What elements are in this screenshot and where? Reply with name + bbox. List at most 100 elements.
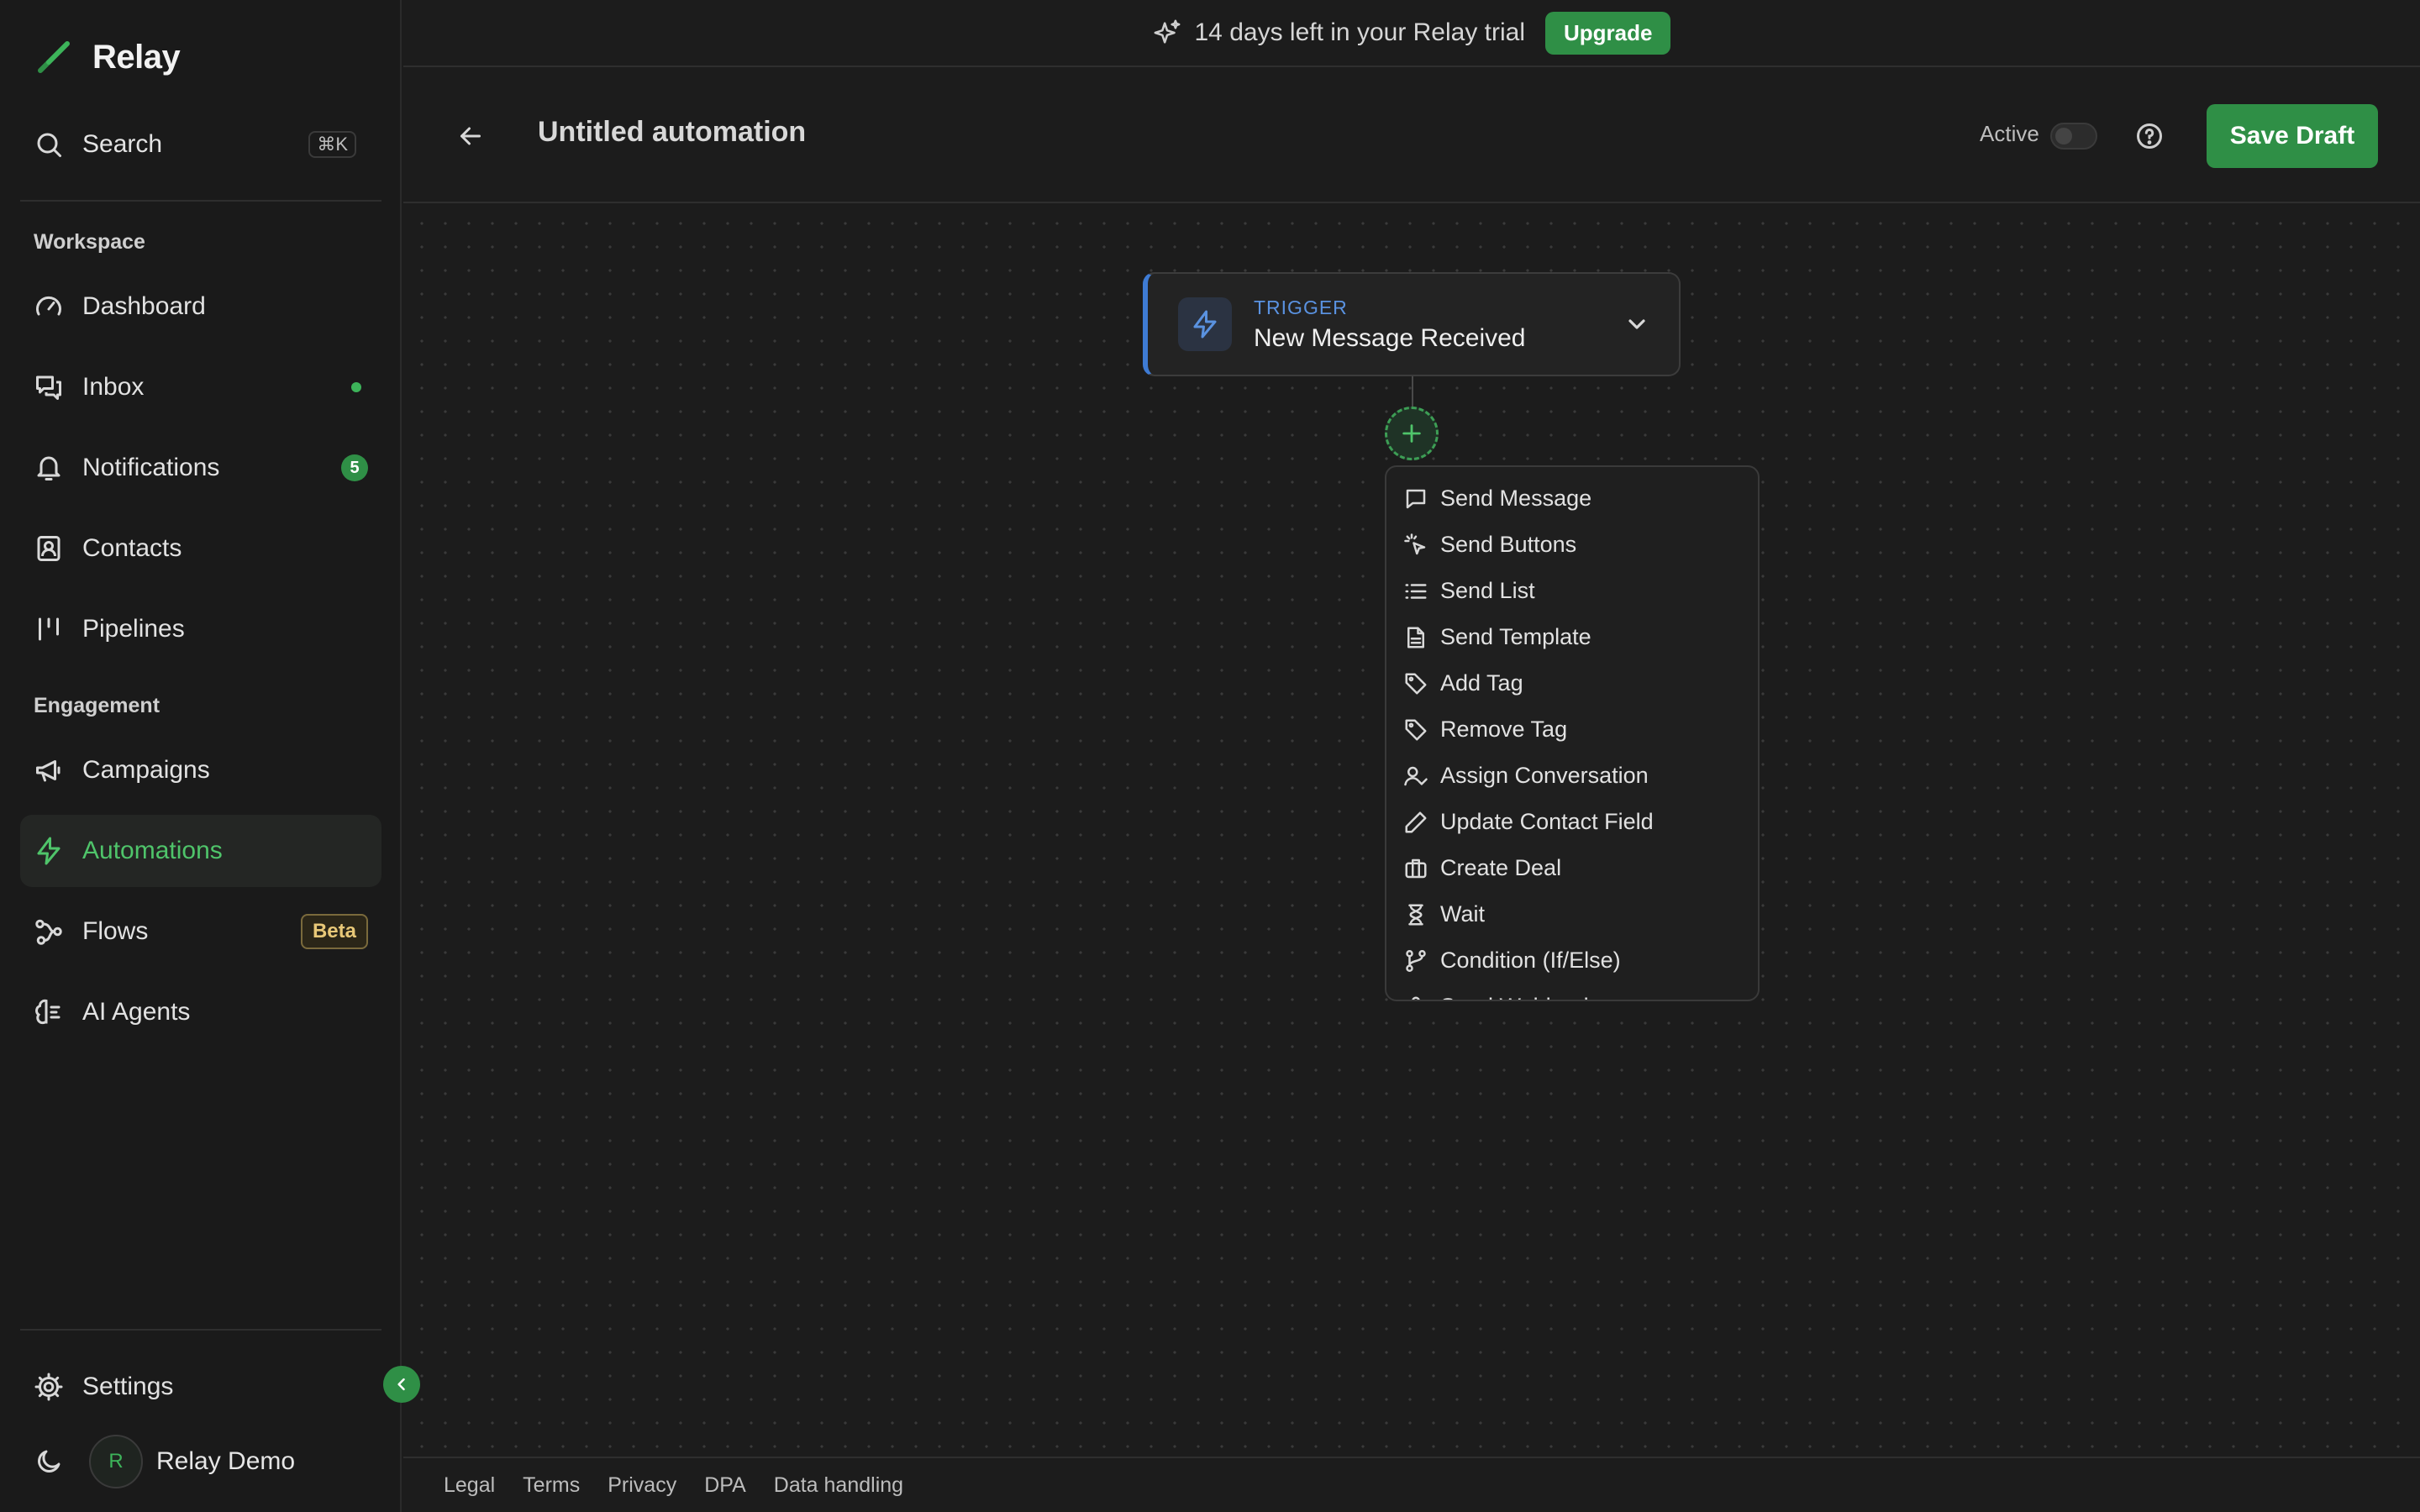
webhook-icon [1412,996,1420,1000]
menu-item-label: Send Webhook [1440,994,1595,1000]
section-label-engagement: Engagement [34,694,160,717]
search-label: Search [82,130,163,158]
trigger-name: New Message Received [1254,323,1526,352]
sidebar-item-automations[interactable]: Automations [20,815,381,887]
footer-link-privacy[interactable]: Privacy [608,1473,676,1498]
document-icon [1407,627,1424,648]
sidebar-item-flows[interactable]: Flows Beta [20,895,381,968]
automation-canvas[interactable]: TRIGGER New Message Received Send Messag… [403,205,2420,1457]
message-icon [1406,489,1426,508]
beta-badge: Beta [300,914,368,949]
section-label-workspace: Workspace [34,230,145,254]
menu-item-update-contact-field[interactable]: Update Contact Field [1386,799,1758,845]
menu-item-label: Send Message [1440,486,1592,511]
automation-title[interactable]: Untitled automation [538,116,806,149]
brain-icon [35,999,60,1025]
upgrade-button[interactable]: Upgrade [1545,11,1671,55]
sidebar-item-dashboard[interactable]: Dashboard [20,270,381,343]
footer-link-terms[interactable]: Terms [523,1473,580,1498]
bolt-icon [37,837,60,865]
sidebar-item-label: Campaigns [82,756,210,784]
click-icon [1404,533,1426,554]
menu-item-condition[interactable]: Condition (If/Else) [1386,937,1758,984]
add-step-menu: Send Message Send Buttons Send List Send… [1385,465,1760,1001]
user-name[interactable]: Relay Demo [156,1447,295,1476]
theme-toggle-moon-icon[interactable] [34,1446,64,1477]
gauge-icon [36,296,61,316]
relay-logo-icon [38,41,70,73]
trigger-kind: TRIGGER [1254,296,1348,318]
chevron-down-icon[interactable] [1623,311,1650,338]
sidebar-item-notifications[interactable]: Notifications 5 [20,432,381,504]
menu-item-wait[interactable]: Wait [1386,891,1758,937]
sidebar-item-label: AI Agents [82,998,191,1026]
active-label: Active [1980,121,2039,146]
menu-item-send-webhook[interactable]: Send Webhook [1386,984,1758,1000]
list-icon [1405,583,1427,599]
menu-item-add-tag[interactable]: Add Tag [1386,660,1758,706]
trial-banner: 14 days left in your Relay trial Upgrade [403,0,2420,67]
menu-item-remove-tag[interactable]: Remove Tag [1386,706,1758,753]
sidebar-item-inbox[interactable]: Inbox [20,351,381,423]
pipelines-icon [39,617,59,641]
sidebar-item-label: Flows [82,917,149,945]
sidebar-divider [20,200,381,202]
menu-item-label: Send List [1440,578,1535,603]
unread-dot [351,382,361,392]
toggle-knob [2055,128,2072,144]
sidebar-item-campaigns[interactable]: Campaigns [20,734,381,806]
automation-header: Untitled automation Active Save Draft [403,69,2420,203]
gear-icon [34,1373,63,1401]
sidebar-bottom-divider [20,1329,381,1331]
save-draft-button[interactable]: Save Draft [2207,104,2378,168]
menu-item-label: Condition (If/Else) [1440,948,1621,973]
search-button[interactable]: Search ⌘K [20,121,370,168]
briefcase-icon [1405,858,1427,878]
menu-item-send-template[interactable]: Send Template [1386,614,1758,660]
sidebar-item-contacts[interactable]: Contacts [20,512,381,585]
trial-text: 14 days left in your Relay trial [1194,18,1526,46]
menu-item-send-list[interactable]: Send List [1386,568,1758,614]
flows-icon [35,919,62,945]
footer-link-dpa[interactable]: DPA [704,1473,746,1498]
trigger-node[interactable]: TRIGGER New Message Received [1143,272,1681,376]
sidebar-item-label: Dashboard [82,292,206,320]
menu-item-label: Assign Conversation [1440,763,1649,788]
sidebar-item-label: Automations [82,837,223,864]
back-arrow-icon[interactable] [455,121,486,151]
menu-item-label: Send Buttons [1440,532,1577,557]
sparkles-icon [1154,19,1180,44]
menu-item-assign-conversation[interactable]: Assign Conversation [1386,753,1758,799]
menu-item-send-buttons[interactable]: Send Buttons [1386,522,1758,568]
search-shortcut: ⌘K [308,131,356,158]
contacts-icon [37,536,60,561]
plus-icon [1402,424,1421,443]
menu-item-send-message[interactable]: Send Message [1386,475,1758,522]
hourglass-icon [1408,904,1423,925]
chevron-left-icon [397,1378,405,1391]
footer-link-data-handling[interactable]: Data handling [774,1473,903,1498]
tag-icon [1405,719,1427,740]
notification-count-badge: 5 [341,454,368,481]
user-check-icon [1404,766,1428,785]
tag-icon [1405,673,1427,694]
menu-item-label: Update Contact Field [1440,809,1654,834]
menu-item-create-deal[interactable]: Create Deal [1386,845,1758,891]
brand[interactable]: Relay [34,34,181,81]
footer: Legal Terms Privacy DPA Data handling [403,1457,2420,1512]
pencil-icon [1405,811,1427,832]
sidebar-item-ai-agents[interactable]: AI Agents [20,976,381,1048]
sidebar-item-settings[interactable]: Settings [20,1351,381,1423]
active-toggle[interactable] [2050,123,2097,150]
add-step-button[interactable] [1385,407,1439,460]
megaphone-icon [36,760,60,782]
sidebar-item-pipelines[interactable]: Pipelines [20,593,381,665]
bell-icon [37,456,60,480]
trigger-text: TRIGGER New Message Received [1254,297,1525,353]
avatar[interactable]: R [89,1435,143,1488]
menu-item-label: Create Deal [1440,855,1562,880]
collapse-sidebar-button[interactable] [383,1366,420,1403]
footer-link-legal[interactable]: Legal [444,1473,495,1498]
trigger-icon-box [1178,297,1232,351]
help-icon[interactable] [2134,121,2165,151]
